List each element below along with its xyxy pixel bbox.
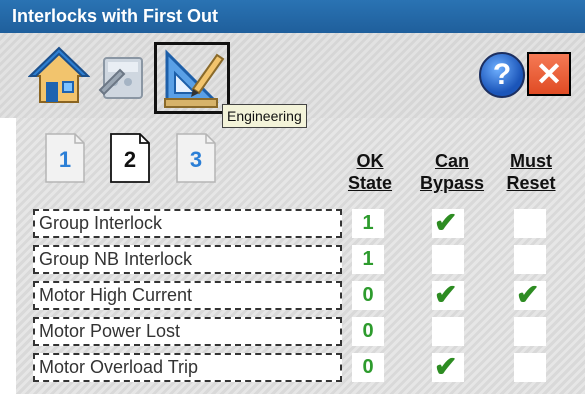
interlocks-window: Interlocks with First Out Engineering ? …: [0, 0, 585, 394]
ok-state-value: 0: [352, 281, 384, 310]
close-icon: ✕: [535, 56, 563, 92]
can-bypass-checkbox[interactable]: ✔: [432, 353, 464, 382]
help-icon: ?: [492, 58, 512, 91]
can-bypass-checkbox[interactable]: [432, 245, 464, 274]
help-button[interactable]: ?: [479, 52, 525, 98]
engineering-button[interactable]: [154, 42, 230, 114]
must-reset-checkbox[interactable]: [514, 317, 546, 346]
engineering-icon: [164, 49, 225, 108]
title-bar: Interlocks with First Out: [0, 0, 585, 33]
ok-state-value: 0: [352, 353, 384, 382]
column-header-line: Must: [510, 151, 552, 171]
page-tab-label: 2: [123, 147, 137, 172]
interlock-label: Motor Overload Trip: [33, 353, 342, 382]
column-header-line: Reset: [506, 173, 556, 193]
must-reset-checkbox[interactable]: [514, 353, 546, 382]
ok-state-value: 0: [352, 317, 384, 346]
check-icon: ✔: [434, 279, 458, 310]
must-reset-checkbox[interactable]: ✔: [514, 281, 546, 310]
home-icon: [27, 46, 91, 103]
interlock-label: Motor High Current: [33, 281, 342, 310]
page-tab-2[interactable]: 2: [110, 133, 150, 183]
can-bypass-checkbox[interactable]: [432, 317, 464, 346]
must-reset-checkbox[interactable]: [514, 209, 546, 238]
column-header-line: Can: [434, 151, 469, 171]
page-tab-label: 3: [189, 147, 203, 172]
must-reset-checkbox[interactable]: [514, 245, 546, 274]
configuration-button[interactable]: [90, 44, 152, 106]
page-tab-1[interactable]: 1: [45, 133, 85, 183]
window-title: Interlocks with First Out: [12, 6, 219, 26]
close-button[interactable]: ✕: [527, 52, 571, 96]
interlock-label: Group Interlock: [33, 209, 342, 238]
home-button[interactable]: [27, 44, 91, 106]
config-icon: [98, 57, 143, 99]
column-header-line: Bypass: [419, 173, 485, 193]
page-tab-label: 1: [58, 147, 72, 172]
page-tab-3[interactable]: 3: [176, 133, 216, 183]
column-header-can-bypass: Can Bypass: [417, 150, 487, 194]
check-icon: ✔: [516, 279, 540, 310]
can-bypass-checkbox[interactable]: ✔: [432, 209, 464, 238]
column-header-line: State: [347, 173, 392, 193]
column-header-line: OK: [356, 151, 384, 171]
can-bypass-checkbox[interactable]: ✔: [432, 281, 464, 310]
engineering-tooltip: Engineering: [222, 104, 307, 128]
column-header-must-reset: Must Reset: [500, 150, 562, 194]
interlock-label: Motor Power Lost: [33, 317, 342, 346]
check-icon: ✔: [434, 351, 458, 382]
ok-state-value: 1: [352, 245, 384, 274]
check-icon: ✔: [434, 207, 458, 238]
interlock-label: Group NB Interlock: [33, 245, 342, 274]
column-header-ok-state: OK State: [347, 150, 393, 194]
ok-state-value: 1: [352, 209, 384, 238]
